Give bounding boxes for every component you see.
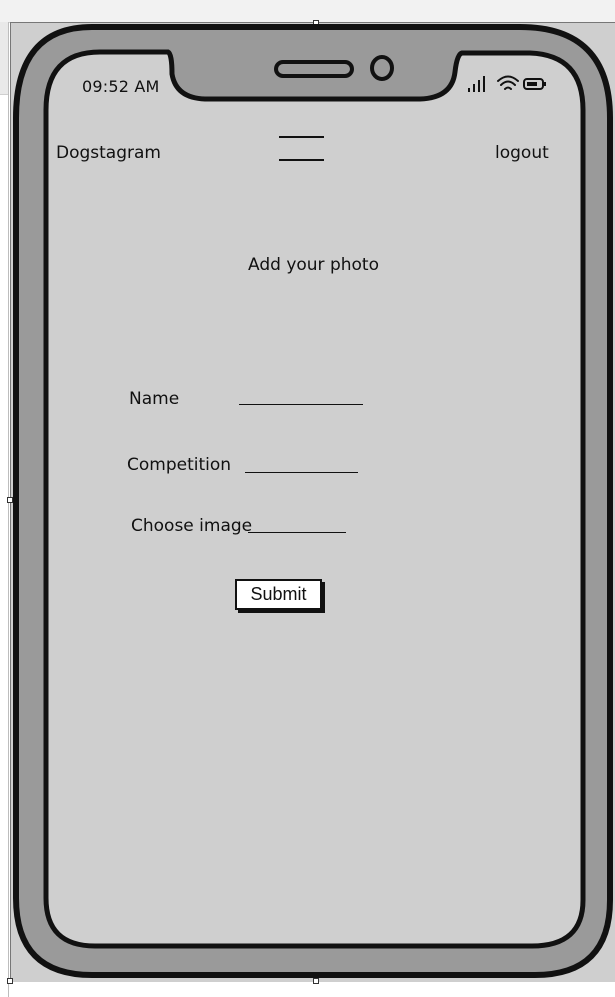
logout-link[interactable]: logout bbox=[495, 143, 549, 163]
choose-image-label: Choose image bbox=[131, 516, 253, 536]
status-time: 09:52 AM bbox=[82, 77, 160, 96]
competition-input[interactable] bbox=[245, 472, 358, 473]
name-label: Name bbox=[129, 389, 180, 409]
name-input[interactable] bbox=[239, 404, 363, 405]
wifi-icon bbox=[497, 75, 519, 90]
brand-logo-text[interactable]: Dogstagram bbox=[56, 143, 161, 163]
hamburger-menu-icon[interactable] bbox=[278, 133, 326, 163]
page-title: Add your photo bbox=[248, 255, 379, 275]
status-icons bbox=[468, 75, 546, 92]
competition-label: Competition bbox=[127, 455, 232, 475]
mockup-canvas: 09:52 AM Dogstagram logout Add your phot… bbox=[0, 0, 615, 997]
battery-icon bbox=[523, 78, 546, 90]
submit-button[interactable]: Submit bbox=[235, 579, 322, 610]
choose-image-input[interactable] bbox=[248, 532, 346, 533]
phone-screen bbox=[43, 49, 586, 949]
signal-icon bbox=[468, 76, 485, 92]
